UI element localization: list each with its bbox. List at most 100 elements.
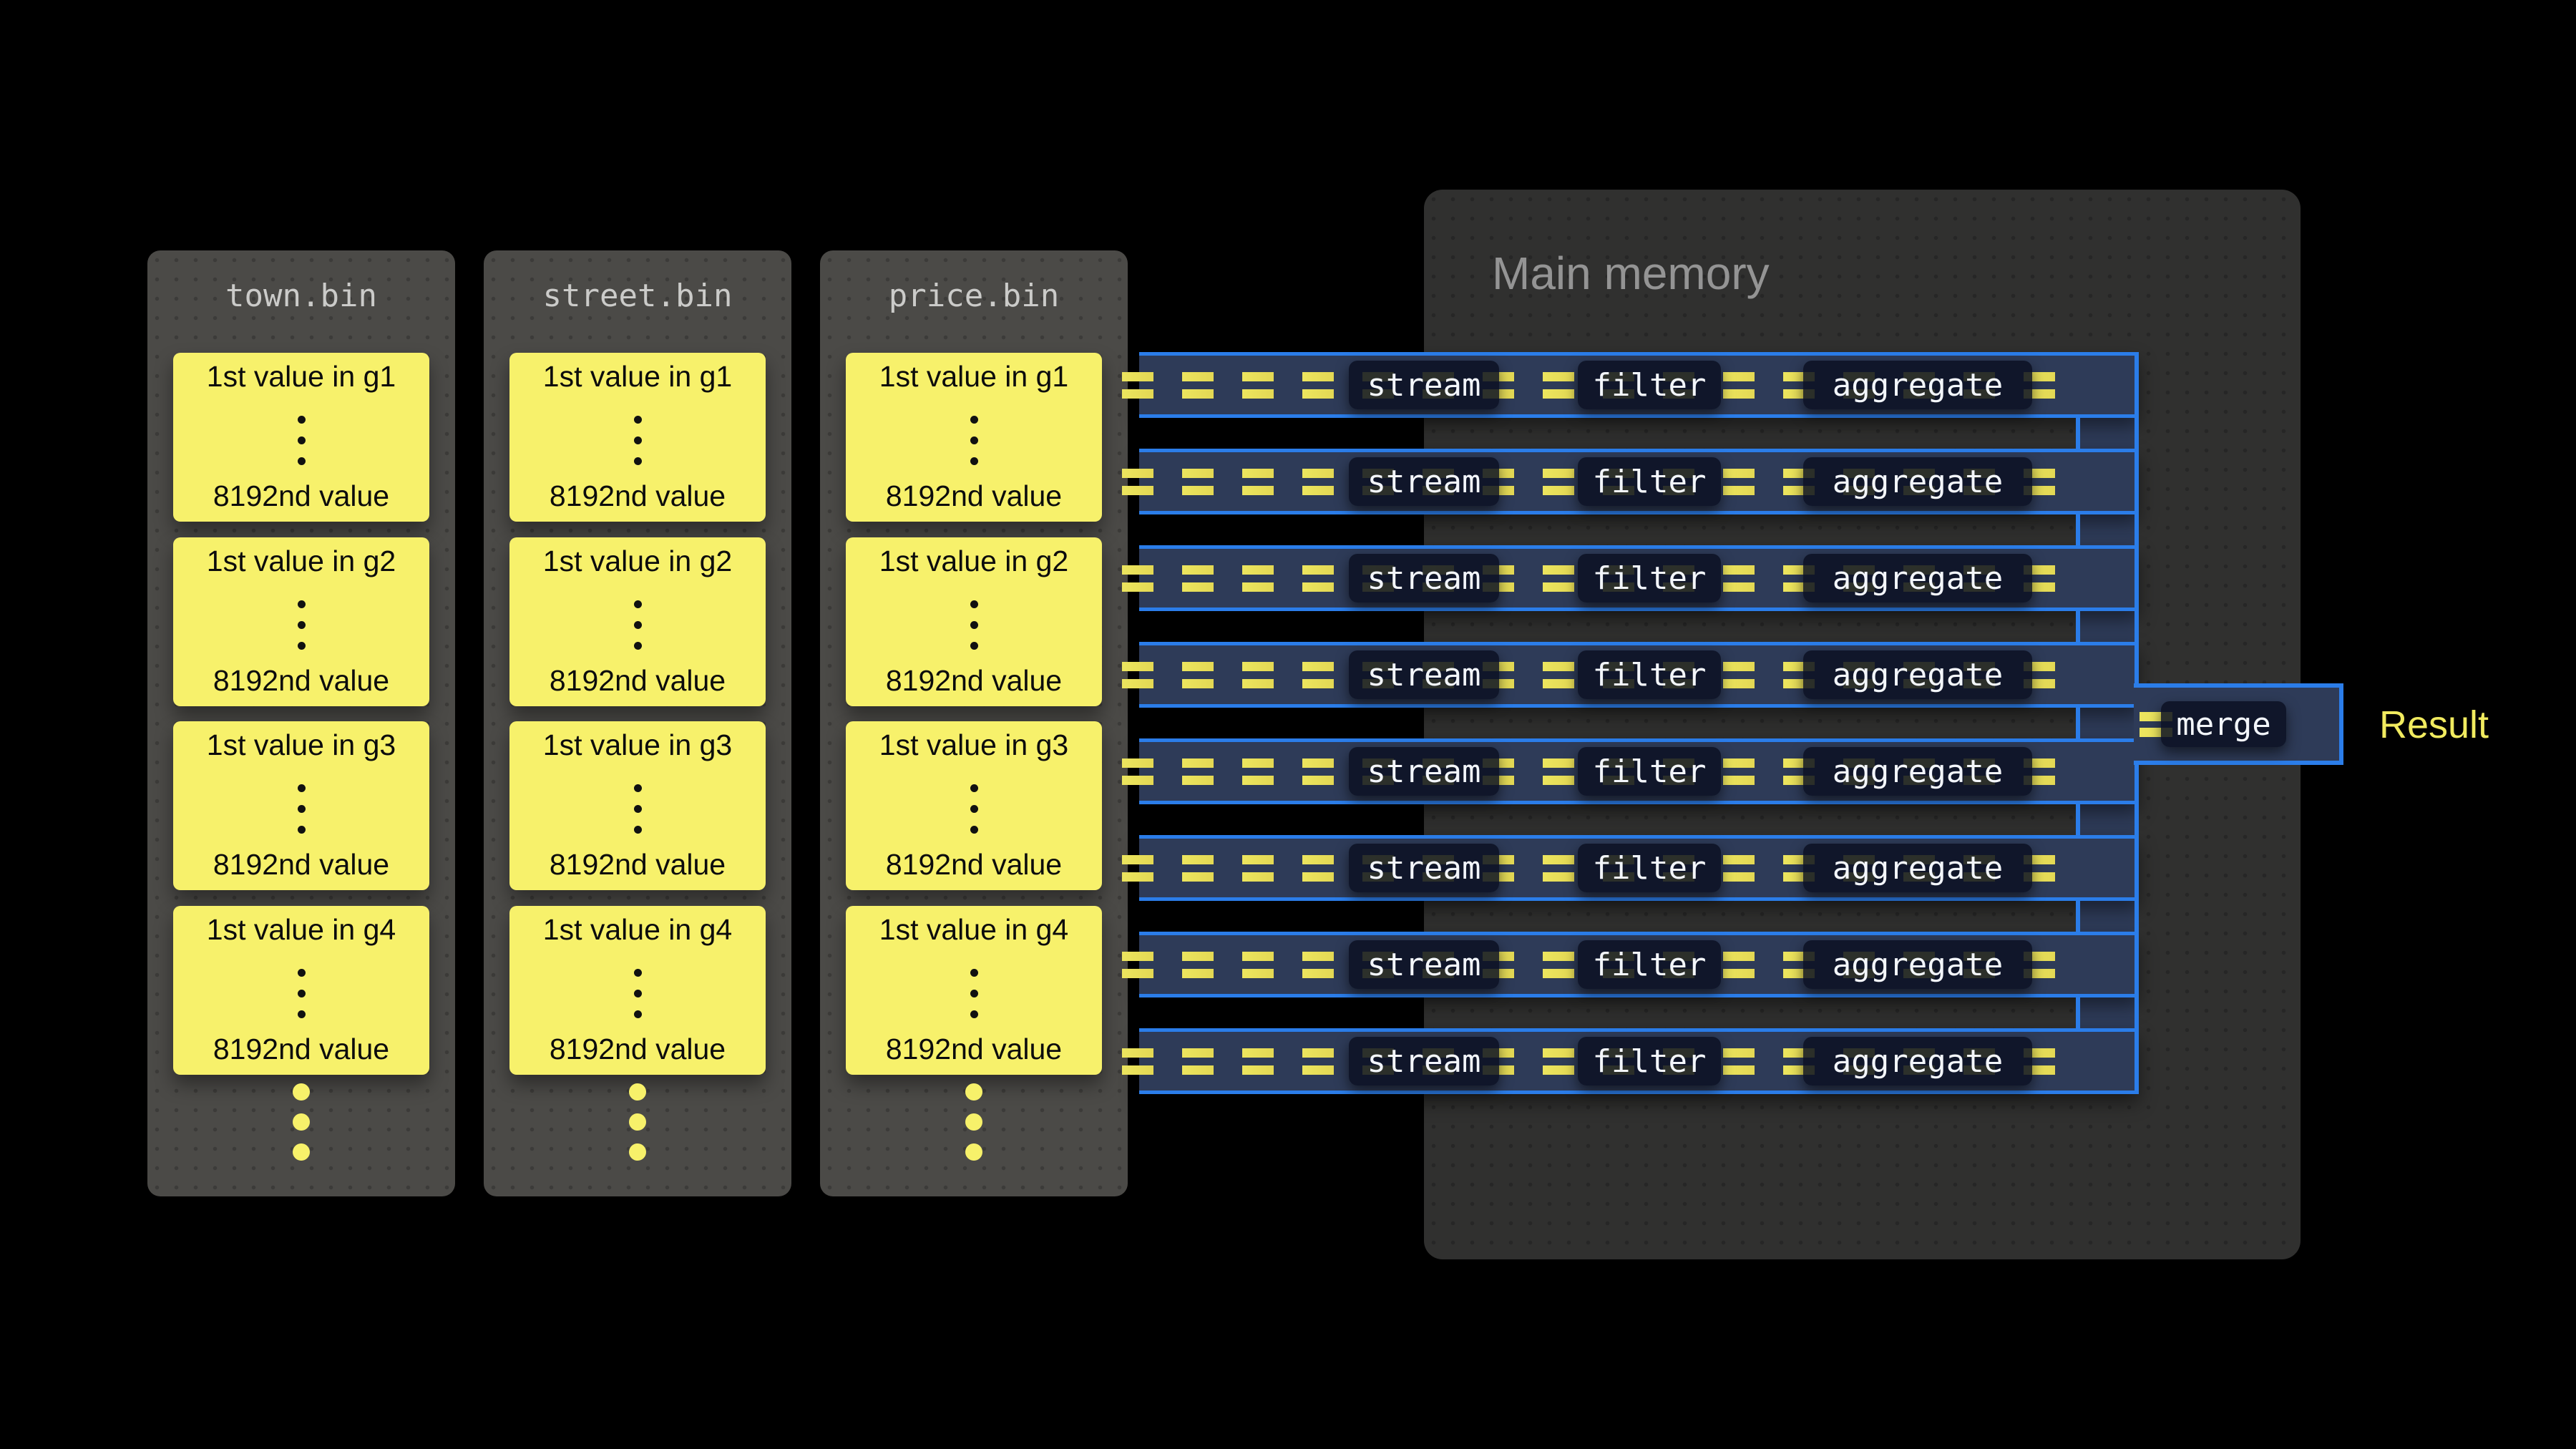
ellipsis-dots-icon bbox=[509, 969, 766, 1018]
thread-row: stream filter aggregate bbox=[1139, 1028, 2139, 1094]
group-last-value: 8192nd value bbox=[846, 664, 1102, 698]
aggregate-chip: aggregate bbox=[1803, 940, 2032, 989]
gap-border-segment bbox=[2076, 514, 2080, 545]
ellipsis-dots-icon bbox=[509, 784, 766, 834]
value-group-box: 1st value in g2 8192nd value bbox=[173, 537, 429, 706]
value-group-box: 1st value in g1 8192nd value bbox=[846, 353, 1102, 522]
stream-chip: stream bbox=[1349, 844, 1499, 892]
value-group-box: 1st value in g4 8192nd value bbox=[846, 906, 1102, 1075]
group-last-value: 8192nd value bbox=[173, 848, 429, 882]
filter-chip: filter bbox=[1578, 554, 1721, 602]
gap-border-segment bbox=[2076, 804, 2080, 835]
group-first-value: 1st value in g3 bbox=[846, 728, 1102, 762]
thread-row: stream filter aggregate bbox=[1139, 932, 2139, 997]
group-last-value: 8192nd value bbox=[173, 1033, 429, 1066]
aggregate-chip: aggregate bbox=[1803, 650, 2032, 699]
value-group-box: 1st value in g3 8192nd value bbox=[173, 721, 429, 890]
aggregate-chip: aggregate bbox=[1803, 747, 2032, 796]
filter-chip: filter bbox=[1578, 747, 1721, 796]
group-last-value: 8192nd value bbox=[173, 479, 429, 513]
file-panel: town.bin 1st value in g1 8192nd value 1s… bbox=[147, 250, 455, 1196]
stream-chip: stream bbox=[1349, 1037, 1499, 1085]
stream-chip: stream bbox=[1349, 650, 1499, 699]
filter-chip: filter bbox=[1578, 1037, 1721, 1085]
main-memory-title: Main memory bbox=[1492, 247, 1770, 300]
value-group-box: 1st value in g2 8192nd value bbox=[509, 537, 766, 706]
ellipsis-dots-icon bbox=[509, 600, 766, 650]
thread-row: stream filter aggregate bbox=[1139, 352, 2139, 418]
more-groups-dots-icon bbox=[484, 1083, 791, 1161]
value-group-box: 1st value in g1 8192nd value bbox=[509, 353, 766, 522]
group-last-value: 8192nd value bbox=[509, 479, 766, 513]
thread-row: stream filter aggregate bbox=[1139, 449, 2139, 514]
value-group-box: 1st value in g2 8192nd value bbox=[846, 537, 1102, 706]
ellipsis-dots-icon bbox=[173, 416, 429, 465]
thread-row: stream filter aggregate bbox=[1139, 642, 2139, 708]
stream-chip: stream bbox=[1349, 554, 1499, 602]
group-first-value: 1st value in g4 bbox=[173, 913, 429, 947]
aggregate-chip: aggregate bbox=[1803, 1037, 2032, 1085]
ellipsis-dots-icon bbox=[173, 784, 429, 834]
more-groups-dots-icon bbox=[820, 1083, 1128, 1161]
filter-chip: filter bbox=[1578, 844, 1721, 892]
merge-stub: merge bbox=[2134, 683, 2343, 765]
diagram-stage: Main memory town.bin 1st value in g1 819… bbox=[0, 0, 2576, 1449]
group-last-value: 8192nd value bbox=[846, 479, 1102, 513]
stream-chip: stream bbox=[1349, 361, 1499, 409]
thread-row: stream filter aggregate bbox=[1139, 835, 2139, 901]
filter-chip: filter bbox=[1578, 361, 1721, 409]
value-group-box: 1st value in g3 8192nd value bbox=[509, 721, 766, 890]
ellipsis-dots-icon bbox=[173, 969, 429, 1018]
group-first-value: 1st value in g1 bbox=[846, 360, 1102, 394]
value-group-box: 1st value in g4 8192nd value bbox=[509, 906, 766, 1075]
group-first-value: 1st value in g4 bbox=[846, 913, 1102, 947]
thread-row: stream filter aggregate bbox=[1139, 545, 2139, 611]
group-last-value: 8192nd value bbox=[173, 664, 429, 698]
group-last-value: 8192nd value bbox=[846, 848, 1102, 882]
file-panel: street.bin 1st value in g1 8192nd value … bbox=[484, 250, 791, 1196]
group-first-value: 1st value in g2 bbox=[846, 545, 1102, 578]
group-first-value: 1st value in g1 bbox=[509, 360, 766, 394]
filter-chip: filter bbox=[1578, 650, 1721, 699]
group-last-value: 8192nd value bbox=[509, 1033, 766, 1066]
group-last-value: 8192nd value bbox=[509, 664, 766, 698]
file-panel: price.bin 1st value in g1 8192nd value 1… bbox=[820, 250, 1128, 1196]
aggregate-chip: aggregate bbox=[1803, 457, 2032, 506]
gap-border-segment bbox=[2076, 611, 2080, 642]
value-group-box: 1st value in g4 8192nd value bbox=[173, 906, 429, 1075]
merge-chip: merge bbox=[2161, 701, 2286, 747]
group-last-value: 8192nd value bbox=[509, 848, 766, 882]
value-group-box: 1st value in g1 8192nd value bbox=[173, 353, 429, 522]
group-last-value: 8192nd value bbox=[846, 1033, 1102, 1066]
group-first-value: 1st value in g3 bbox=[173, 728, 429, 762]
ellipsis-dots-icon bbox=[509, 416, 766, 465]
aggregate-chip: aggregate bbox=[1803, 361, 2032, 409]
ellipsis-dots-icon bbox=[846, 416, 1102, 465]
group-first-value: 1st value in g2 bbox=[173, 545, 429, 578]
result-label: Result bbox=[2379, 703, 2489, 747]
stream-chip: stream bbox=[1349, 747, 1499, 796]
stream-chip: stream bbox=[1349, 457, 1499, 506]
file-name: price.bin bbox=[820, 278, 1128, 314]
ellipsis-dots-icon bbox=[846, 600, 1102, 650]
thread-row: stream filter aggregate bbox=[1139, 738, 2139, 804]
filter-chip: filter bbox=[1578, 940, 1721, 989]
group-first-value: 1st value in g3 bbox=[509, 728, 766, 762]
ellipsis-dots-icon bbox=[846, 969, 1102, 1018]
filter-chip: filter bbox=[1578, 457, 1721, 506]
group-first-value: 1st value in g4 bbox=[509, 913, 766, 947]
file-name: town.bin bbox=[147, 278, 455, 314]
ellipsis-dots-icon bbox=[846, 784, 1102, 834]
gap-border-segment bbox=[2076, 901, 2080, 932]
gap-border-segment bbox=[2076, 418, 2080, 449]
aggregate-chip: aggregate bbox=[1803, 554, 2032, 602]
file-name: street.bin bbox=[484, 278, 791, 314]
stream-chip: stream bbox=[1349, 940, 1499, 989]
value-group-box: 1st value in g3 8192nd value bbox=[846, 721, 1102, 890]
group-first-value: 1st value in g1 bbox=[173, 360, 429, 394]
gap-border-segment bbox=[2076, 708, 2080, 738]
ellipsis-dots-icon bbox=[173, 600, 429, 650]
aggregate-chip: aggregate bbox=[1803, 844, 2032, 892]
more-groups-dots-icon bbox=[147, 1083, 455, 1161]
gap-border-segment bbox=[2076, 997, 2080, 1028]
